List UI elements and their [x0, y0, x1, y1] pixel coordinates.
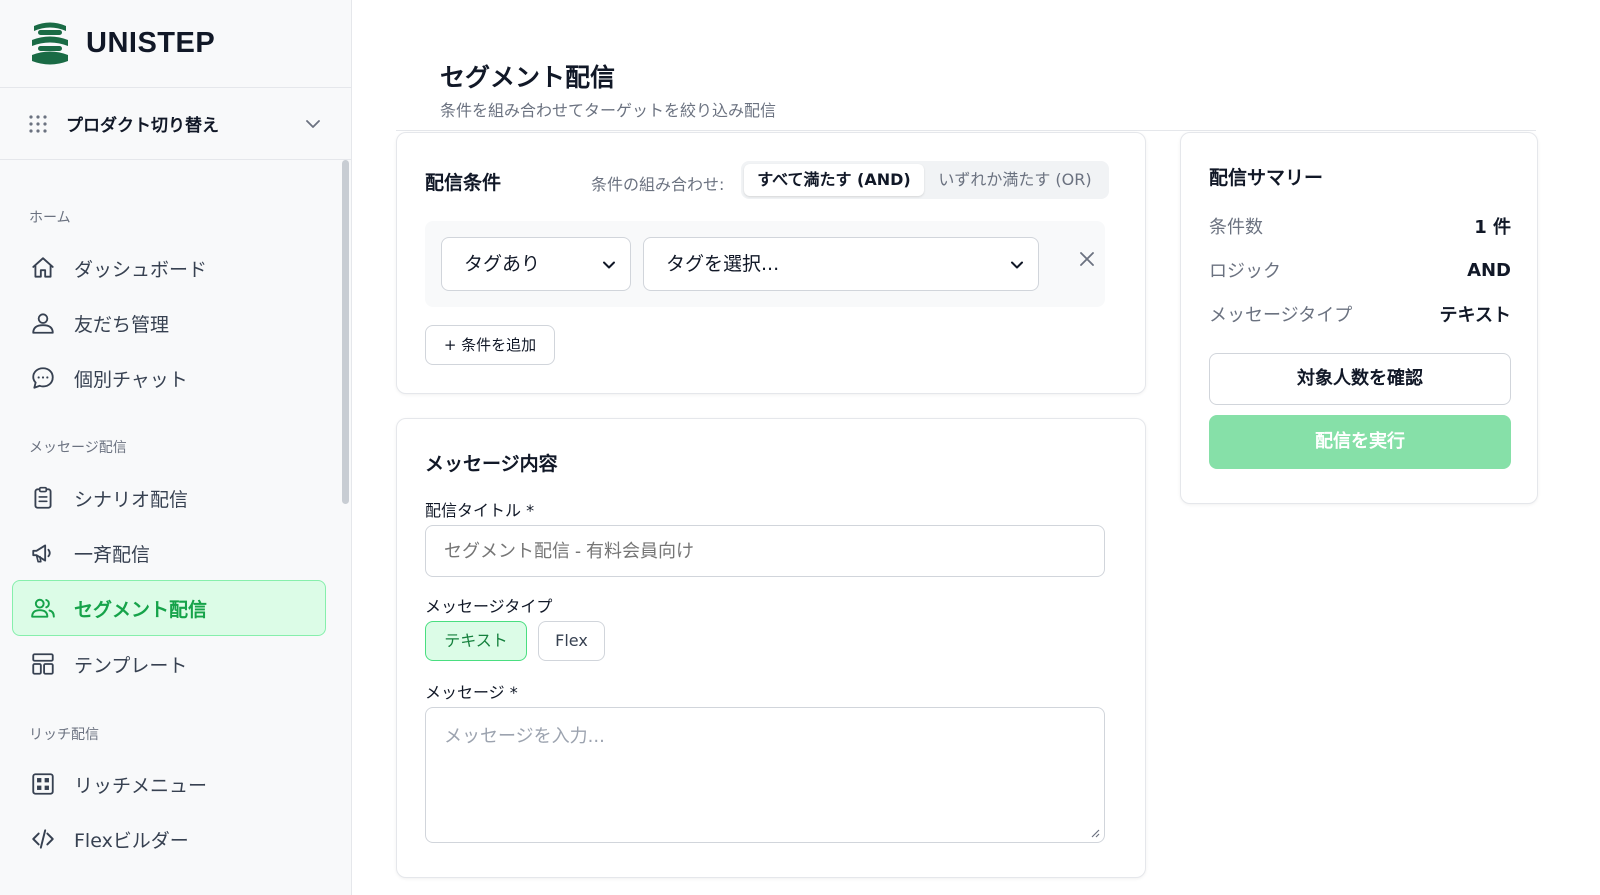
message-type-text-button[interactable]: テキスト	[425, 621, 527, 661]
combo-toggle: すべて満たす (AND) いずれか満たす (OR)	[741, 161, 1109, 199]
chat-icon	[32, 367, 54, 389]
user-icon	[32, 313, 54, 334]
delivery-title-label: 配信タイトル *	[425, 501, 535, 520]
summary-key: ロジック	[1209, 261, 1281, 282]
sidebar: UNISTEP プロダクト切り替え ホーム ダッシュボード 友だち管理 個別チャ…	[0, 0, 352, 895]
brand-name: UNISTEP	[86, 27, 216, 59]
section-label-home: ホーム	[29, 210, 71, 226]
sidebar-item-friends[interactable]: 友だち管理	[12, 295, 326, 351]
page-subtitle: 条件を組み合わせてターゲットを絞り込み配信	[440, 101, 777, 120]
summary-value: テキスト	[1439, 305, 1511, 326]
confirm-audience-button[interactable]: 対象人数を確認	[1209, 353, 1511, 405]
sidebar-scrollbar[interactable]	[342, 160, 349, 504]
conditions-title: 配信条件	[425, 172, 502, 194]
message-placeholder: メッセージを入力...	[444, 726, 605, 747]
condition-type-select[interactable]: タグあり	[441, 237, 631, 291]
combo-or-button[interactable]: いずれか満たす (OR)	[924, 164, 1106, 196]
brand[interactable]: UNISTEP	[0, 0, 351, 88]
condition-tag-select[interactable]: タグを選択...	[643, 237, 1039, 291]
sidebar-item-rich-menu[interactable]: リッチメニュー	[12, 756, 326, 812]
message-type-label: メッセージタイプ	[425, 597, 553, 616]
sidebar-item-dashboard[interactable]: ダッシュボード	[12, 240, 326, 296]
product-switcher[interactable]: プロダクト切り替え	[0, 88, 351, 160]
send-button[interactable]: 配信を実行	[1209, 415, 1511, 469]
sidebar-item-label: 友だち管理	[74, 313, 170, 336]
code-icon	[32, 829, 54, 849]
sidebar-item-label: テンプレート	[74, 654, 188, 677]
template-icon	[32, 653, 54, 675]
summary-row: 条件数 1 件	[1209, 213, 1511, 239]
add-condition-button[interactable]: + 条件を追加	[425, 325, 555, 365]
sidebar-item-flex-builder[interactable]: Flexビルダー	[12, 811, 326, 867]
condition-type-value: タグあり	[464, 253, 541, 275]
sidebar-item-template[interactable]: テンプレート	[12, 636, 326, 692]
section-label-rich: リッチ配信	[29, 727, 99, 743]
summary-value: AND	[1467, 259, 1511, 281]
message-card: メッセージ内容 配信タイトル * メッセージタイプ テキスト Flex メッセー…	[396, 418, 1146, 878]
message-card-title: メッセージ内容	[425, 453, 558, 475]
page-title: セグメント配信	[440, 63, 616, 92]
conditions-card: 配信条件 条件の組み合わせ: すべて満たす (AND) いずれか満たす (OR)…	[396, 132, 1146, 394]
summary-title: 配信サマリー	[1209, 167, 1324, 189]
sidebar-item-label: ダッシュボード	[74, 258, 208, 281]
chevron-down-icon	[603, 261, 615, 269]
section-label-message: メッセージ配信	[29, 440, 127, 456]
summary-key: メッセージタイプ	[1209, 305, 1353, 326]
home-icon	[32, 257, 54, 278]
delivery-title-input[interactable]	[425, 525, 1105, 577]
message-type-flex-button[interactable]: Flex	[538, 621, 605, 661]
brand-logo-icon	[32, 22, 68, 64]
summary-row: メッセージタイプ テキスト	[1209, 301, 1511, 327]
condition-tag-value: タグを選択...	[666, 253, 780, 275]
summary-card: 配信サマリー 条件数 1 件 ロジック AND メッセージタイプ テキスト 対象…	[1180, 132, 1538, 504]
users-icon	[31, 598, 55, 618]
sidebar-item-label: Flexビルダー	[74, 829, 189, 852]
summary-row: ロジック AND	[1209, 257, 1511, 283]
chevron-down-icon	[306, 119, 320, 128]
megaphone-icon	[32, 544, 51, 563]
sidebar-item-broadcast[interactable]: 一斉配信	[12, 525, 326, 581]
product-switch-label: プロダクト切り替え	[66, 116, 219, 136]
sidebar-item-segment[interactable]: セグメント配信	[12, 580, 326, 636]
message-body-label: メッセージ *	[425, 683, 518, 702]
sidebar-item-label: 一斉配信	[74, 543, 151, 566]
sidebar-item-label: 個別チャット	[74, 368, 188, 391]
close-icon[interactable]	[1077, 249, 1097, 269]
condition-row: タグあり タグを選択...	[425, 221, 1105, 307]
sidebar-item-scenario[interactable]: シナリオ配信	[12, 470, 326, 526]
sidebar-item-chat[interactable]: 個別チャット	[12, 350, 326, 406]
combo-label: 条件の組み合わせ:	[591, 175, 725, 194]
rich-menu-icon	[32, 773, 54, 795]
summary-key: 条件数	[1209, 217, 1263, 238]
sidebar-item-label: セグメント配信	[74, 598, 208, 621]
combo-and-button[interactable]: すべて満たす (AND)	[744, 164, 924, 196]
sidebar-item-label: シナリオ配信	[74, 488, 189, 511]
sidebar-item-label: リッチメニュー	[74, 774, 208, 797]
chevron-down-icon	[1011, 261, 1023, 269]
grid-icon	[29, 114, 47, 133]
resize-grip-icon[interactable]	[1090, 828, 1100, 838]
summary-value: 1 件	[1474, 217, 1511, 238]
header-divider	[396, 130, 1536, 131]
clipboard-icon	[34, 486, 52, 509]
message-textarea[interactable]: メッセージを入力...	[425, 707, 1105, 843]
